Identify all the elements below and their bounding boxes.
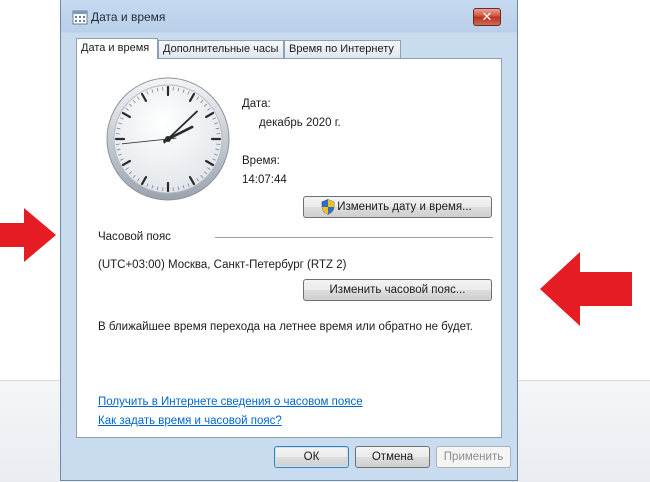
time-value: 14:07:44 [242, 174, 287, 186]
tab-date-time[interactable]: Дата и время [76, 38, 158, 59]
tab-additional-clocks[interactable]: Дополнительные часы [158, 40, 284, 58]
timezone-info-link[interactable]: Получить в Интернете сведения о часовом … [98, 396, 363, 408]
date-label: Дата: [242, 98, 271, 110]
red-arrow-left-icon [540, 252, 636, 326]
change-date-time-button[interactable]: Изменить дату и время... [303, 196, 492, 218]
date-value: декабрь 2020 г. [259, 117, 341, 129]
timezone-separator [215, 237, 493, 238]
timezone-value: (UTC+03:00) Москва, Санкт-Петербург (RTZ… [98, 259, 346, 271]
date-time-dialog: Дата и время ✕ Дата и время Дополнительн… [60, 0, 518, 481]
tab-internet-time[interactable]: Время по Интернету [284, 40, 401, 58]
change-timezone-button[interactable]: Изменить часовой пояс... [303, 279, 492, 301]
apply-button[interactable]: Применить [436, 446, 511, 468]
red-arrow-right-icon [0, 208, 60, 262]
ok-button[interactable]: ОК [274, 446, 349, 468]
uac-shield-icon [321, 199, 335, 215]
dst-note: В ближайшее время перехода на летнее вре… [98, 321, 473, 333]
date-time-icon [72, 9, 88, 25]
timezone-heading: Часовой пояс [98, 231, 171, 243]
close-button[interactable]: ✕ [473, 8, 501, 26]
tab-panel: Дата: декабрь 2020 г. Время: 14:07:44 Из… [76, 58, 502, 438]
how-to-link[interactable]: Как задать время и часовой пояс? [98, 415, 282, 427]
time-label: Время: [242, 155, 280, 167]
cancel-button[interactable]: Отмена [355, 446, 430, 468]
window-title: Дата и время [91, 10, 165, 24]
analog-clock [105, 76, 231, 202]
change-date-time-label: Изменить дату и время... [337, 201, 472, 213]
